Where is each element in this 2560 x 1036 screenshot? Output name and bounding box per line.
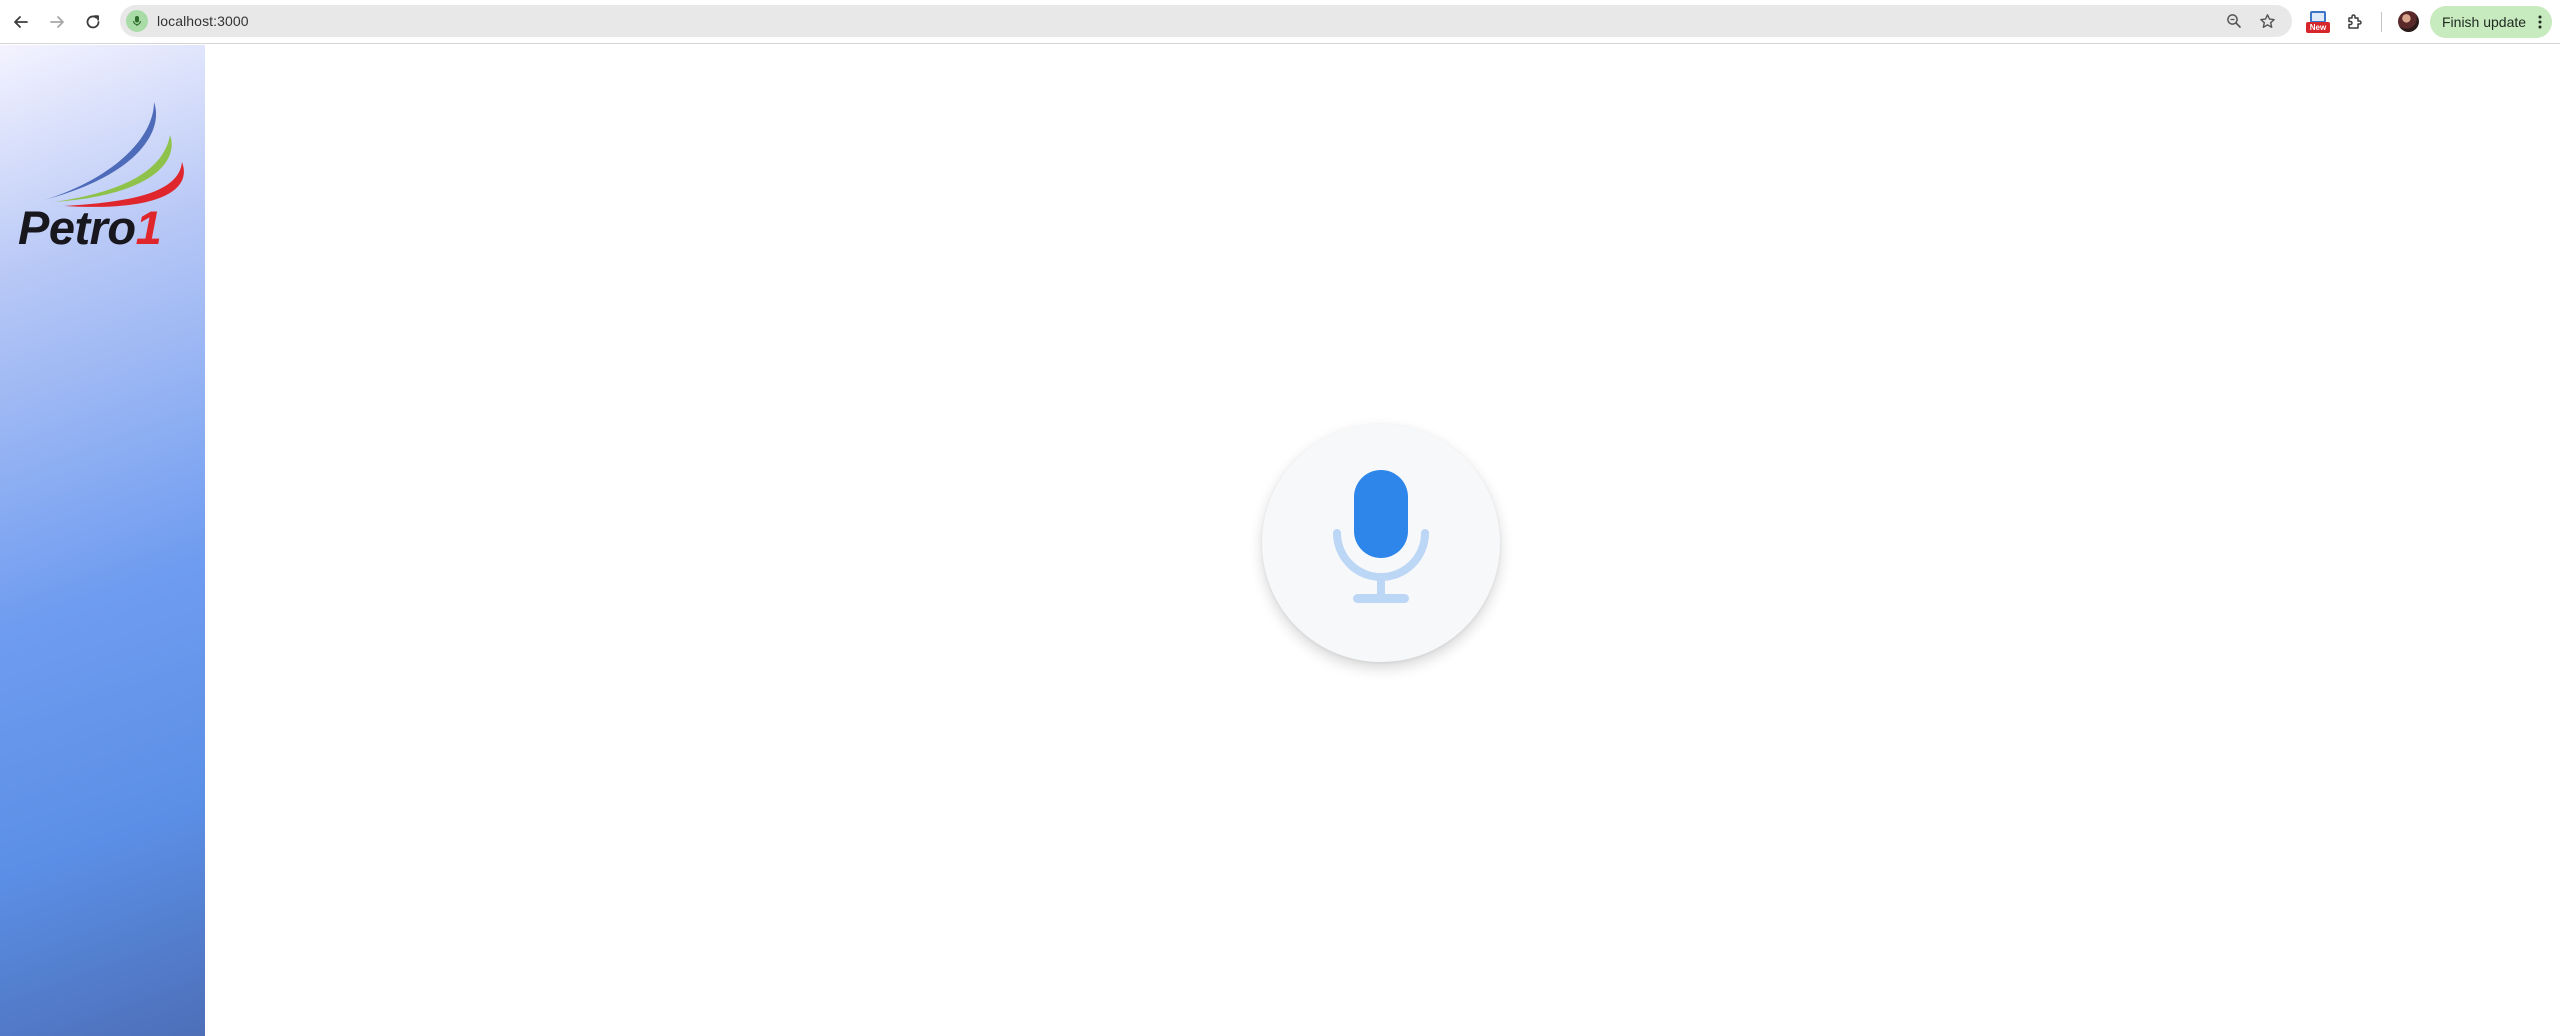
logo-swoosh-icon (44, 102, 184, 207)
reload-icon (86, 15, 100, 29)
zoom-button[interactable] (2224, 11, 2244, 31)
extensions-button[interactable] (2342, 9, 2368, 35)
back-button[interactable] (6, 7, 36, 37)
sidebar: Petro1 (0, 45, 205, 1036)
extension-badge-text: New (2309, 23, 2327, 32)
puzzle-icon (2348, 14, 2362, 29)
forward-button[interactable] (42, 7, 72, 37)
arrow-left-icon (14, 16, 28, 28)
zoom-icon (2227, 14, 2241, 28)
logo-text: Petro1 (18, 201, 162, 254)
profile-avatar[interactable] (2398, 11, 2419, 32)
reload-button[interactable] (78, 7, 108, 37)
bookmark-button[interactable] (2257, 11, 2277, 31)
browser-toolbar: localhost:3000 New Finish update (0, 0, 2560, 44)
finish-update-label: Finish update (2442, 14, 2527, 30)
microphone-small-icon (132, 16, 142, 26)
site-info-icon[interactable] (126, 10, 148, 32)
microphone-icon (1333, 470, 1429, 603)
star-icon (2259, 13, 2275, 28)
more-vert-icon (2538, 15, 2542, 29)
microphone-button[interactable] (1262, 424, 1500, 662)
extension-new-button[interactable]: New (2305, 9, 2331, 35)
address-bar[interactable]: localhost:3000 (120, 5, 2292, 37)
arrow-right-icon (50, 16, 64, 28)
toolbar-divider (2381, 12, 2382, 32)
finish-update-button[interactable]: Finish update (2430, 6, 2552, 38)
petro1-logo: Petro1 (14, 100, 194, 260)
url-text[interactable]: localhost:3000 (157, 13, 249, 29)
